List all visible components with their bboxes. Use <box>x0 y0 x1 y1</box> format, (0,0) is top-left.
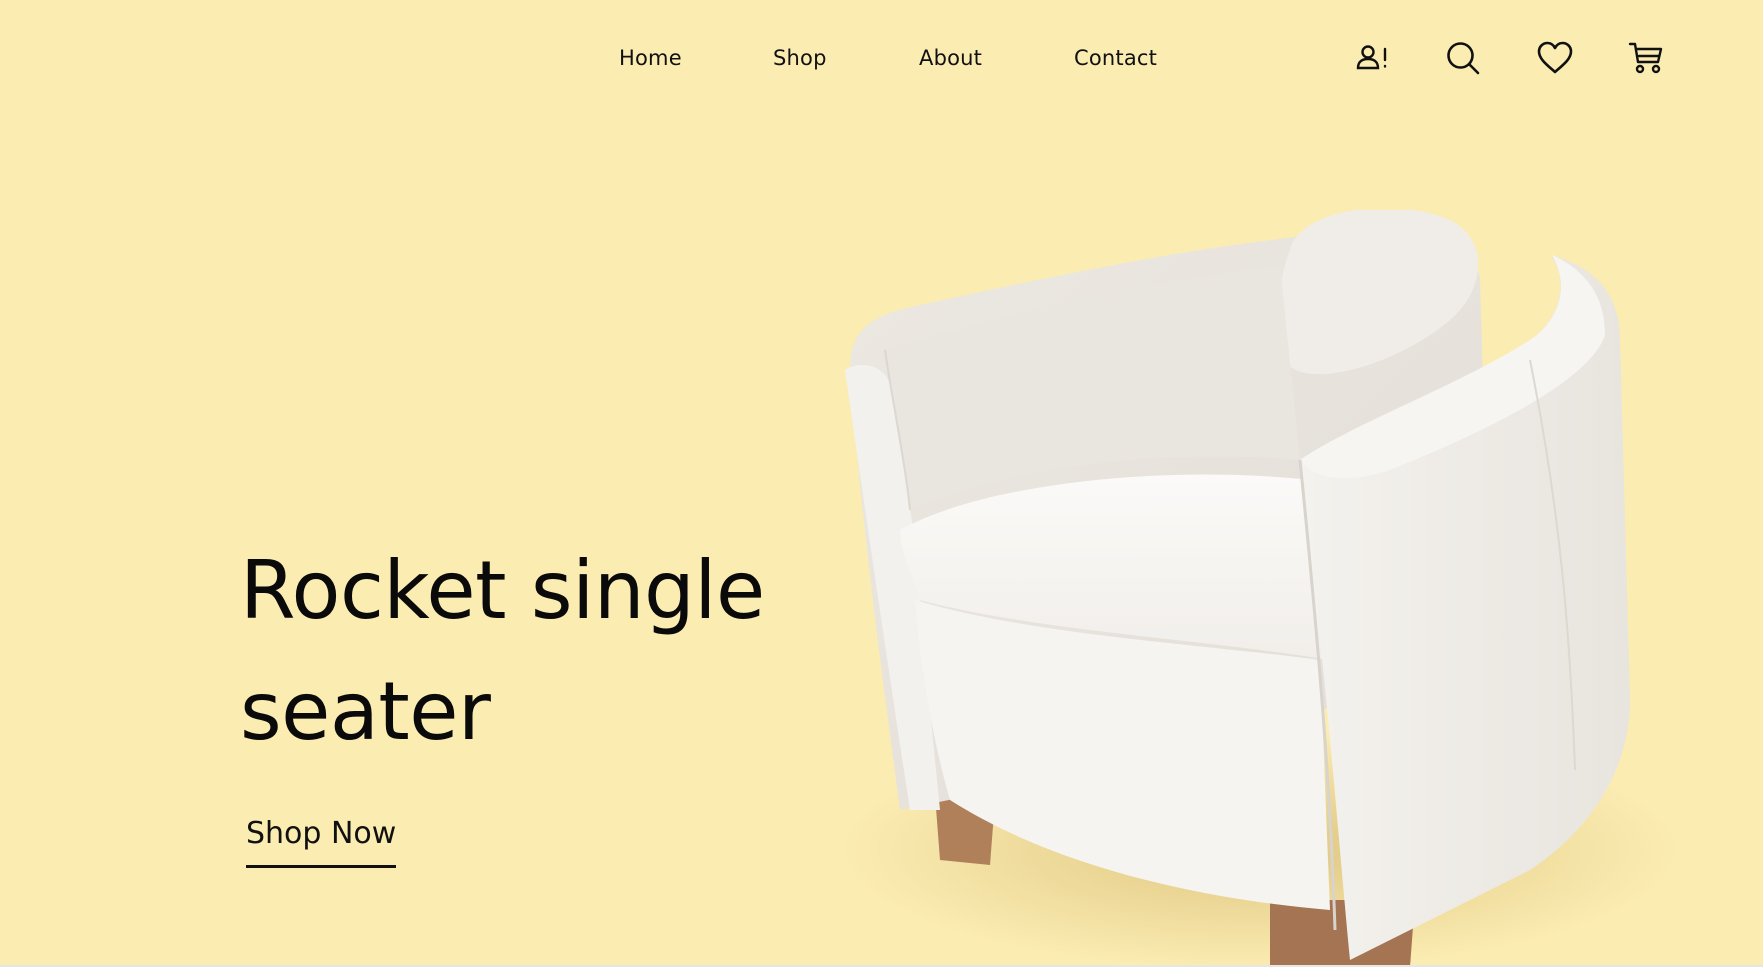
heart-icon[interactable] <box>1535 38 1575 78</box>
nav-link-shop[interactable]: Shop <box>773 46 827 70</box>
shop-now-button[interactable]: Shop Now <box>246 816 397 868</box>
hero-page: Home Shop About Contact Rocket single se… <box>0 0 1763 965</box>
search-icon[interactable] <box>1443 38 1483 78</box>
nav-link-home[interactable]: Home <box>619 46 682 70</box>
main-nav: Home Shop About Contact <box>0 38 1763 78</box>
cart-icon[interactable] <box>1626 38 1666 78</box>
nav-link-about[interactable]: About <box>919 46 982 70</box>
hero-title: Rocket single seater <box>240 544 765 758</box>
armchair-image <box>830 207 1690 965</box>
nav-link-contact[interactable]: Contact <box>1074 46 1157 70</box>
account-alert-icon[interactable] <box>1352 38 1392 78</box>
